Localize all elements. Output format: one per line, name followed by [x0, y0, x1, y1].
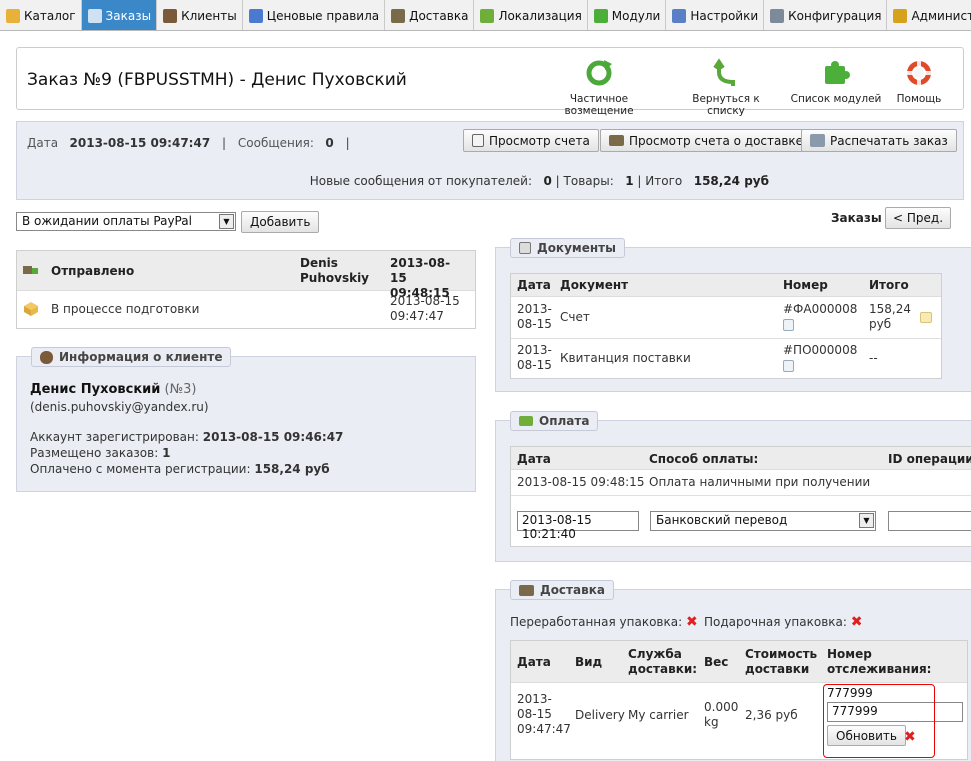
documents-icon: [519, 242, 531, 254]
tab-label: Настройки: [690, 8, 759, 23]
no-icon: ✖: [850, 614, 863, 630]
truck-icon: [519, 584, 534, 596]
truck-icon: [391, 8, 406, 23]
prev-order-button[interactable]: < Пред.: [885, 207, 952, 229]
documents-table: Дата Документ Номер Итого 2013-08-15 Сче…: [510, 273, 942, 379]
tab-1[interactable]: Заказы: [81, 0, 158, 30]
cart-icon: [87, 8, 102, 23]
folder-icon: [6, 8, 20, 23]
user-icon: [40, 350, 53, 364]
puzzle-icon: [593, 8, 608, 23]
partial-refund-button[interactable]: Частичное возмещение: [537, 58, 661, 117]
payment-panel: Оплата Дата Способ оплаты: ID операции 2…: [495, 411, 971, 562]
printer-icon: [810, 134, 825, 147]
documents-legend: Документы: [510, 238, 625, 258]
wrench-icon: [770, 8, 785, 23]
view-invoice-button[interactable]: Просмотр счета: [463, 129, 599, 152]
no-icon: ✖: [685, 614, 698, 630]
payment-legend: Оплата: [510, 411, 599, 431]
back-icon: [713, 58, 735, 86]
tab-7[interactable]: Настройки: [666, 0, 765, 30]
tab-2[interactable]: Клиенты: [157, 0, 243, 30]
shipping-panel: Доставка Переработанная упаковка: ✖ Пода…: [495, 580, 971, 761]
order-meta: Дата 2013-08-15 09:47:47 | Сообщения: 0 …: [27, 136, 350, 150]
tab-0[interactable]: Каталог: [0, 0, 82, 30]
order-info-box: Дата 2013-08-15 09:47:47 | Сообщения: 0 …: [16, 121, 964, 200]
customer-info-panel: Информация о клиенте Денис Пуховский (№3…: [16, 347, 476, 492]
tab-label: Клиенты: [181, 8, 237, 23]
help-button[interactable]: Помощь: [889, 58, 949, 105]
view-document-icon[interactable]: [783, 360, 794, 372]
tab-6[interactable]: Модули: [588, 0, 667, 30]
key-icon: [893, 8, 908, 23]
puzzle-icon: [825, 61, 850, 84]
view-delivery-slip-button[interactable]: Просмотр счета о доставке: [600, 129, 813, 152]
tab-label: Ценовые правила: [266, 8, 380, 23]
back-to-list-button[interactable]: Вернуться к списку: [672, 58, 780, 117]
shipping-legend: Доставка: [510, 580, 614, 600]
tab-label: Модули: [611, 8, 661, 23]
refund-icon: [586, 60, 612, 86]
order-header: Заказ №9 (FBPUSSTMH) - Денис Пуховский Ч…: [16, 47, 964, 117]
user-icon: [163, 8, 178, 23]
customer-legend: Информация о клиенте: [31, 347, 232, 367]
add-status-button[interactable]: Добавить: [241, 211, 320, 233]
payment-table: Дата Способ оплаты: ID операции 2013-08-…: [510, 446, 971, 547]
document-link[interactable]: Квитанция поставки: [560, 351, 691, 366]
chevron-down-icon: ▼: [859, 513, 874, 528]
tab-3[interactable]: Ценовые правила: [243, 0, 386, 30]
tab-4[interactable]: Доставка: [385, 0, 475, 30]
payment-method-select[interactable]: Банковский перевод ▼: [650, 511, 876, 531]
globe-icon: [480, 8, 495, 23]
print-order-button[interactable]: Распечатать заказ: [801, 129, 957, 152]
note-icon[interactable]: [920, 312, 932, 323]
tab-8[interactable]: Конфигурация: [764, 0, 888, 30]
box-icon: [24, 302, 38, 316]
tab-label: Конфигурация: [788, 8, 882, 23]
shipped-icon: [23, 266, 38, 274]
tab-label: Администрация: [911, 8, 971, 23]
customer-email: (denis.puhovskiy@yandex.ru): [30, 400, 209, 414]
payment-date-input[interactable]: 2013-08-15 10:21:40: [517, 511, 639, 541]
orders-nav-label: Заказы :: [831, 211, 891, 225]
money-icon: [519, 416, 533, 426]
invoice-icon: [472, 134, 484, 147]
customer-name: Денис Пуховский: [30, 382, 161, 397]
messages-count: 0: [325, 136, 334, 150]
order-stats: Новые сообщения от покупателей: 0 | Това…: [309, 174, 769, 188]
view-document-icon[interactable]: [783, 319, 794, 331]
transaction-id-input[interactable]: [888, 511, 971, 531]
tab-label: Локализация: [498, 8, 582, 23]
tab-9[interactable]: Администрация: [887, 0, 971, 30]
highlight-box: [823, 684, 935, 758]
chevron-down-icon: ▼: [219, 214, 234, 229]
order-date: 2013-08-15 09:47:47: [69, 136, 211, 150]
documents-panel: Документы Дата Документ Номер Итого 2013…: [495, 238, 971, 392]
settings-icon: [672, 8, 687, 23]
price-rules-icon: [248, 8, 263, 23]
order-history-table: Отправлено Denis Puhovskiy 2013-08-15 09…: [16, 250, 476, 329]
truck-icon: [609, 135, 624, 146]
help-icon: [907, 61, 931, 85]
order-status-select[interactable]: В ожидании оплаты PayPal ▼: [16, 212, 236, 231]
tab-label: Доставка: [409, 8, 469, 23]
page-title: Заказ №9 (FBPUSSTMH) - Денис Пуховский: [27, 70, 407, 90]
top-tabs: Каталог Заказы Клиенты Ценовые правила Доста…: [0, 0, 971, 31]
tab-label: Заказы: [105, 8, 152, 23]
modules-list-button[interactable]: Список модулей: [789, 58, 883, 105]
tab-5[interactable]: Локализация: [474, 0, 588, 30]
tab-label: Каталог: [24, 8, 76, 23]
document-link[interactable]: Счет: [560, 310, 590, 325]
